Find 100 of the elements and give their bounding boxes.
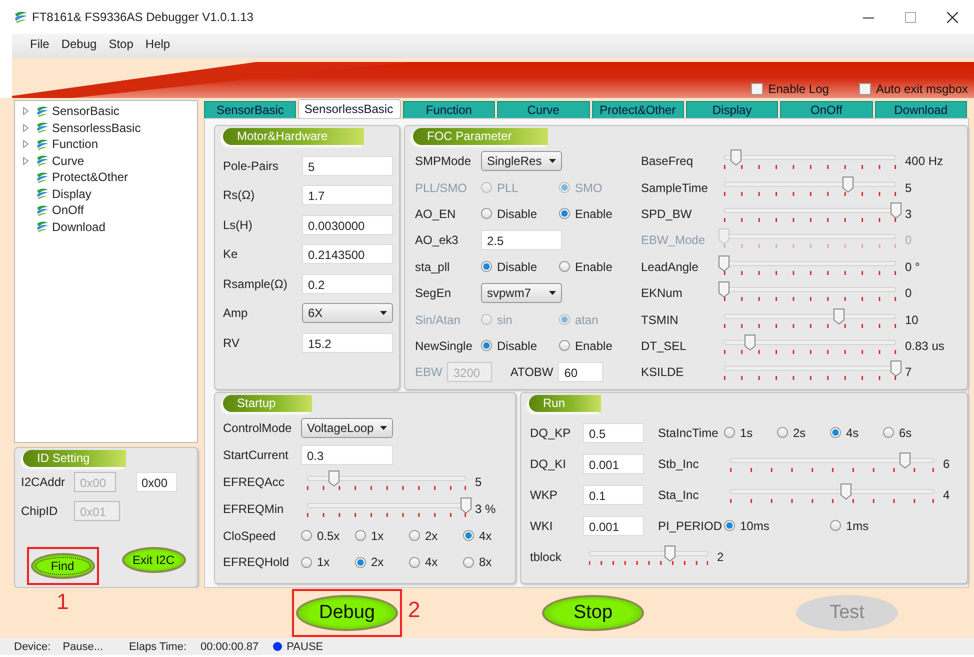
tab[interactable]: Download bbox=[874, 101, 967, 118]
text-field[interactable]: 0.3 bbox=[301, 445, 393, 466]
tree-item[interactable]: SensorBasic bbox=[52, 104, 120, 118]
tab[interactable]: Protect&Other bbox=[592, 101, 684, 118]
radio-button[interactable]: 4s bbox=[830, 426, 883, 440]
field-label: WKI bbox=[530, 518, 554, 532]
tab[interactable]: OnOff bbox=[780, 101, 873, 118]
slider-thumb[interactable] bbox=[842, 176, 854, 193]
tree-item[interactable]: Protect&Other bbox=[52, 170, 128, 184]
field-label: Rsample(Ω) bbox=[223, 276, 288, 291]
text-field[interactable]: 0.5 bbox=[583, 422, 644, 442]
text-field[interactable]: 0.001 bbox=[583, 516, 644, 536]
status-text: Pause... bbox=[62, 640, 104, 652]
field-label: SampleTime bbox=[641, 180, 709, 195]
slider-thumb[interactable] bbox=[460, 496, 472, 514]
checkbox[interactable]: Enable Log bbox=[751, 82, 829, 96]
slider-thumb[interactable] bbox=[833, 308, 846, 325]
radio-button[interactable]: Enable bbox=[559, 260, 637, 274]
radio-button[interactable]: 6s bbox=[883, 426, 936, 440]
text-field[interactable]: 15.2 bbox=[302, 332, 393, 353]
slider-thumb[interactable] bbox=[664, 544, 676, 562]
radio-button[interactable]: Disable bbox=[481, 338, 559, 353]
close-icon[interactable] bbox=[947, 12, 958, 22]
field-label: I2CAddr bbox=[21, 474, 66, 488]
tab[interactable]: Display bbox=[686, 101, 778, 118]
tab[interactable]: Function bbox=[402, 101, 496, 118]
oval-button[interactable]: Exit I2C bbox=[122, 547, 186, 573]
callout-number: 1 bbox=[56, 589, 69, 615]
slider-thumb[interactable] bbox=[899, 452, 912, 468]
slider-value: 5 bbox=[905, 180, 913, 195]
text-field[interactable]: 0.001 bbox=[583, 454, 644, 474]
radio-button[interactable]: 10ms bbox=[724, 518, 830, 532]
text-field[interactable]: 2.5 bbox=[481, 230, 562, 250]
menu-item[interactable]: Stop bbox=[102, 37, 140, 51]
field-label: ChipID bbox=[21, 504, 59, 518]
slider-thumb[interactable] bbox=[328, 470, 340, 487]
slider-thumb[interactable] bbox=[840, 482, 852, 500]
text-field[interactable]: 60 bbox=[558, 362, 604, 382]
text-field[interactable]: 0.0030000 bbox=[302, 214, 393, 235]
tree-item[interactable]: Curve bbox=[52, 154, 84, 168]
field-label: ControlMode bbox=[223, 421, 293, 436]
checkbox[interactable]: Auto exit msgbox bbox=[858, 82, 968, 96]
slider-thumb[interactable] bbox=[890, 360, 902, 378]
slider-thumb[interactable] bbox=[718, 281, 730, 298]
radio-button[interactable]: 4x bbox=[463, 528, 517, 543]
slider-thumb[interactable] bbox=[718, 254, 730, 272]
slider-value: 6 bbox=[943, 456, 951, 470]
text-field[interactable]: 0x00 bbox=[136, 472, 177, 492]
tab[interactable]: Curve bbox=[497, 101, 590, 118]
slider-thumb[interactable] bbox=[744, 334, 756, 351]
field-label: NewSingle bbox=[415, 338, 474, 353]
slider-thumb[interactable] bbox=[730, 149, 742, 166]
window-title: FT8161& FS9336AS Debugger V1.0.1.13 bbox=[32, 10, 254, 24]
field-label: Pole-Pairs bbox=[223, 158, 280, 173]
tree-item[interactable]: Display bbox=[52, 186, 92, 201]
maximize-icon[interactable] bbox=[905, 12, 916, 22]
dropdown[interactable]: VoltageLoop bbox=[301, 418, 393, 438]
radio-button[interactable]: 1x bbox=[301, 555, 355, 570]
field-label: Rs(Ω) bbox=[223, 188, 256, 202]
radio-button[interactable]: Disable bbox=[481, 206, 559, 221]
slider-thumb[interactable] bbox=[890, 202, 902, 219]
radio-button[interactable]: Disable bbox=[481, 260, 559, 274]
slider-value: 3 % bbox=[475, 502, 497, 516]
dropdown[interactable]: SingleRes bbox=[481, 151, 562, 172]
tab[interactable]: SensorBasic bbox=[204, 101, 296, 118]
text-field[interactable]: 0.2143500 bbox=[302, 244, 393, 264]
slider-value: 4 bbox=[943, 488, 951, 502]
radio-button[interactable]: Enable bbox=[559, 206, 637, 221]
radio-button[interactable]: 2s bbox=[777, 426, 830, 440]
text-field[interactable]: 5 bbox=[302, 156, 393, 176]
oval-button[interactable]: Debug bbox=[296, 595, 398, 631]
radio-button[interactable]: 1x bbox=[355, 528, 409, 543]
menu-item[interactable]: Help bbox=[139, 37, 176, 51]
radio-button[interactable]: 0.5x bbox=[301, 528, 355, 543]
field-label: TSMIN bbox=[641, 312, 680, 327]
oval-button[interactable]: Stop bbox=[542, 595, 644, 631]
tree-item[interactable]: OnOff bbox=[52, 203, 84, 218]
dropdown[interactable]: svpwm7 bbox=[481, 283, 562, 304]
radio-button[interactable]: Enable bbox=[559, 338, 637, 353]
radio-button[interactable]: 2x bbox=[355, 555, 409, 570]
callout-number: 2 bbox=[408, 597, 420, 623]
field-label: Sin/Atan bbox=[415, 312, 462, 327]
text-field[interactable]: 1.7 bbox=[302, 185, 393, 206]
radio-button[interactable]: 2x bbox=[409, 528, 463, 543]
radio-button[interactable]: 1ms bbox=[830, 518, 936, 532]
field-label: sta_pll bbox=[415, 260, 451, 274]
menu-item[interactable]: Debug bbox=[55, 37, 103, 51]
dropdown[interactable]: 6X bbox=[302, 303, 393, 324]
text-field[interactable]: 0.2 bbox=[302, 274, 393, 294]
oval-button[interactable]: Find bbox=[30, 553, 94, 579]
tab[interactable]: SensorlessBasic bbox=[298, 99, 401, 119]
panel-title: FOC Parameter bbox=[413, 128, 548, 145]
tree-item[interactable]: Function bbox=[52, 137, 98, 152]
radio-button[interactable]: 4x bbox=[409, 555, 463, 570]
radio-button[interactable]: 8x bbox=[463, 555, 517, 570]
text-field[interactable]: 0.1 bbox=[583, 484, 644, 504]
tree-item[interactable]: Download bbox=[52, 220, 106, 234]
radio-button[interactable]: 1s bbox=[724, 426, 777, 440]
tree-item[interactable]: SensorlessBasic bbox=[52, 120, 141, 135]
menu-item[interactable]: File bbox=[24, 37, 56, 51]
